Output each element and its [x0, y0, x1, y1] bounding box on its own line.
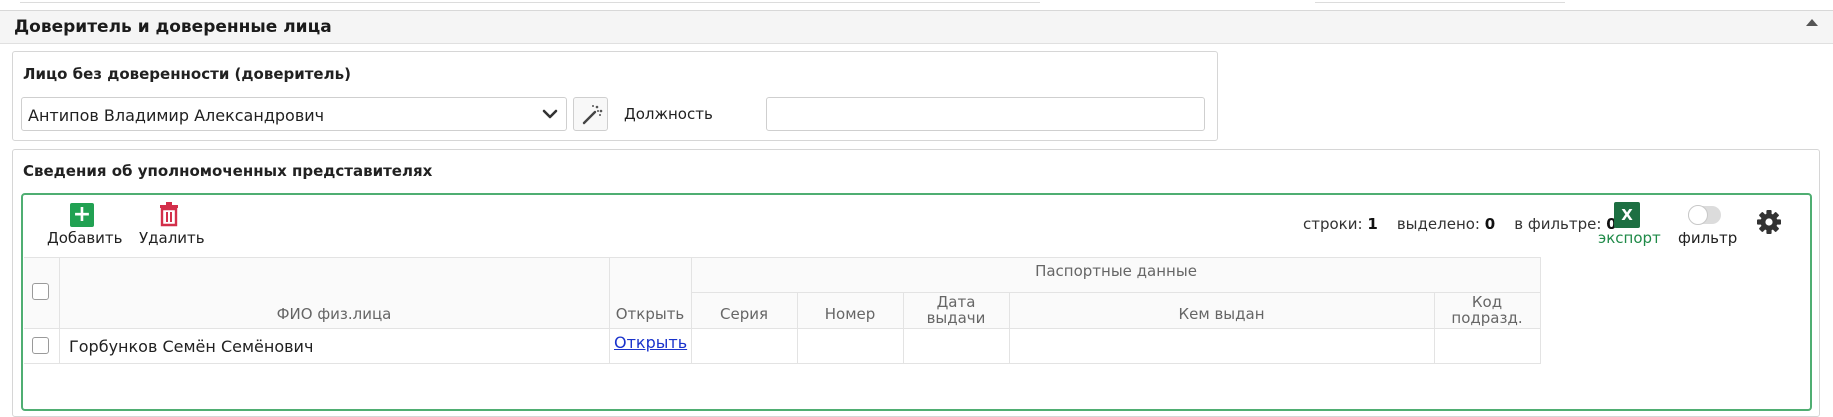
column-header-number[interactable]: Номер: [797, 305, 903, 323]
filtered-count-label: в фильтре:: [1514, 215, 1602, 233]
column-header-dept-code-line1: Код: [1471, 293, 1503, 311]
column-header-issue-date-line1: Дата: [936, 293, 976, 311]
position-input[interactable]: [766, 97, 1205, 131]
position-label: Должность: [624, 105, 713, 123]
table-border: [24, 363, 1541, 364]
plus-icon[interactable]: +: [70, 203, 94, 227]
passport-group-header: Паспортные данные: [1035, 262, 1197, 280]
table-border: [24, 257, 1541, 258]
selected-count-label: выделено:: [1396, 215, 1480, 233]
open-link[interactable]: Открыть: [614, 333, 687, 352]
representatives-title: Сведения об уполномоченных представителя…: [23, 162, 433, 180]
export-button[interactable]: экспорт: [1598, 229, 1661, 247]
column-header-fio[interactable]: ФИО физ.лица: [59, 305, 609, 323]
autofill-button[interactable]: [573, 97, 608, 131]
column-header-open[interactable]: Открыть: [609, 305, 691, 323]
table-border: [691, 292, 1541, 293]
divider: [1315, 2, 1565, 3]
selected-count-value: 0: [1484, 215, 1496, 233]
select-all-checkbox[interactable]: [32, 283, 49, 300]
collapse-icon[interactable]: [1806, 19, 1818, 26]
chevron-down-icon[interactable]: [540, 104, 560, 124]
trash-icon[interactable]: [158, 201, 180, 227]
add-button[interactable]: Добавить: [47, 229, 123, 247]
column-header-dept-code-line2: подразд.: [1451, 309, 1523, 327]
rows-count-value: 1: [1367, 215, 1378, 233]
column-header-series[interactable]: Серия: [691, 305, 797, 323]
principal-selected-value: Антипов Владимир Александрович: [28, 106, 325, 125]
principal-title: Лицо без доверенности (доверитель): [23, 65, 351, 83]
filter-label: фильтр: [1678, 229, 1738, 247]
column-header-issue-date[interactable]: Дата выдачи: [903, 294, 1009, 326]
divider: [20, 2, 1040, 3]
column-header-issued-by[interactable]: Кем выдан: [1009, 305, 1434, 323]
filter-toggle-knob[interactable]: [1688, 205, 1708, 225]
delete-button[interactable]: Удалить: [139, 229, 205, 247]
cell-fio: Горбунков Семён Семёнович: [69, 337, 314, 356]
row-checkbox[interactable]: [32, 337, 49, 354]
section-title: Доверитель и доверенные лица: [14, 17, 332, 37]
column-header-dept-code[interactable]: Код подразд.: [1434, 294, 1540, 326]
excel-icon[interactable]: X: [1614, 202, 1640, 228]
gear-icon[interactable]: [1756, 209, 1782, 235]
rows-count-label: строки:: [1303, 215, 1363, 233]
column-header-issue-date-line2: выдачи: [926, 309, 986, 327]
grid-counters: строки: 1 выделено: 0 в фильтре: 0: [1303, 215, 1617, 233]
magic-wand-icon: [582, 105, 603, 125]
